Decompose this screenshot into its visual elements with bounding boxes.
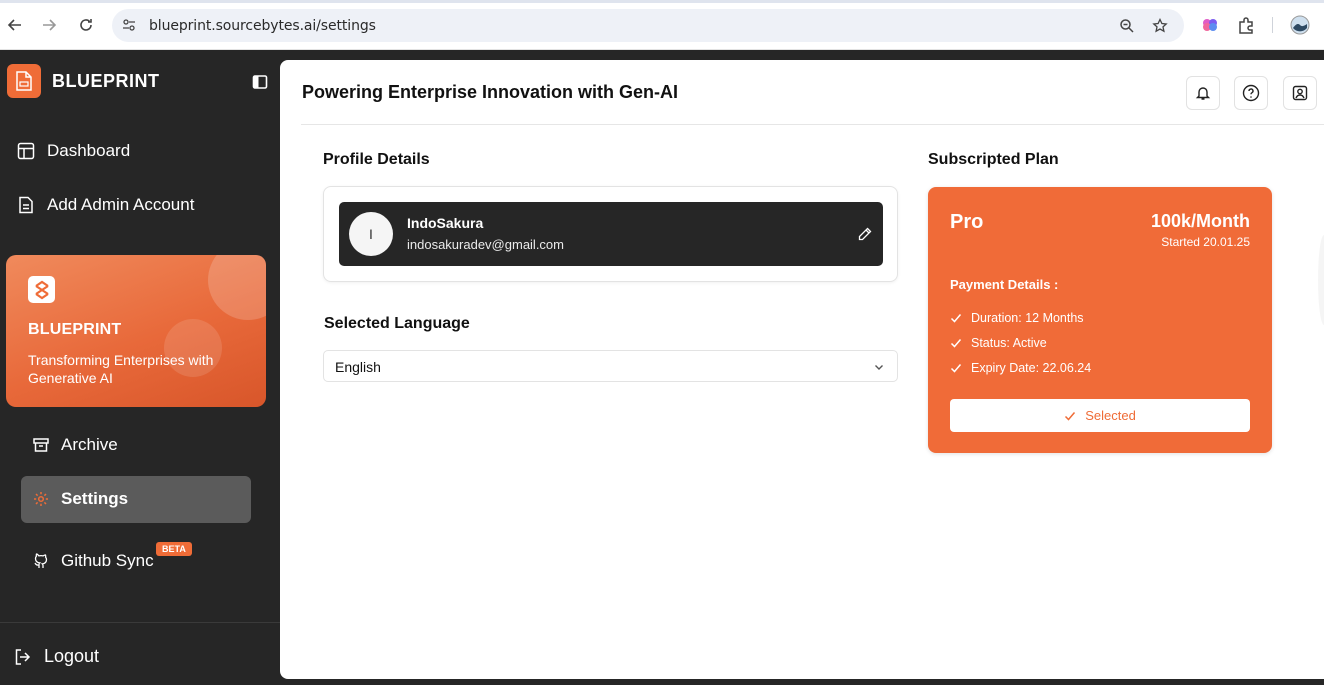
check-icon xyxy=(950,314,962,323)
plan-name: Pro xyxy=(950,211,984,233)
zoom-icon[interactable] xyxy=(1117,16,1137,36)
promo-text: Transforming Enterprises with Generative… xyxy=(28,352,214,386)
help-button[interactable] xyxy=(1234,76,1268,110)
github-icon xyxy=(34,553,48,568)
site-info-icon[interactable] xyxy=(121,17,137,33)
reload-icon[interactable] xyxy=(75,14,97,36)
check-icon xyxy=(1065,411,1076,421)
plan-card: Pro 100k/Month Started 20.01.25 Payment … xyxy=(928,187,1272,453)
app-logo[interactable] xyxy=(7,64,41,98)
promo-card: BLUEPRINT Transforming Enterprises with … xyxy=(6,255,266,407)
sidebar-item-label: Settings xyxy=(61,489,129,508)
language-section-title: Selected Language xyxy=(324,315,470,332)
brand-title: BLUEPRINT xyxy=(52,71,160,91)
sidebar-divider xyxy=(0,622,280,623)
profile-button[interactable] xyxy=(1283,76,1317,110)
plan-detail-text: Expiry Date: 22.06.24 xyxy=(971,361,1092,375)
avatar: I xyxy=(349,212,393,256)
chevron-down-icon xyxy=(875,365,883,370)
promo-logo-icon xyxy=(28,276,55,303)
plan-section-title: Subscripted Plan xyxy=(928,151,1059,168)
sidebar-item-label: Archive xyxy=(61,435,118,454)
check-icon xyxy=(950,364,962,373)
sidebar-item-label: Dashboard xyxy=(47,141,131,160)
sidebar-item-github-sync[interactable]: Github Sync xyxy=(33,551,154,571)
sidebar-collapse-icon[interactable] xyxy=(252,74,268,90)
edge-shadow xyxy=(1318,235,1324,325)
sidebar: BLUEPRINT Dashboard Add Admin Account BL… xyxy=(0,50,280,685)
selected-button-label: Selected xyxy=(1085,408,1136,423)
main-panel: Powering Enterprise Innovation with Gen-… xyxy=(280,60,1324,679)
plan-started-date: Started 20.01.25 xyxy=(1161,235,1250,249)
profile-name: IndoSakura xyxy=(407,215,484,231)
logout-label: Logout xyxy=(44,646,100,666)
address-bar[interactable]: blueprint.sourcebytes.ai/settings xyxy=(112,9,1184,42)
plan-detail-text: Status: Active xyxy=(971,336,1047,350)
help-icon xyxy=(1242,84,1260,102)
promo-title: BLUEPRINT xyxy=(28,321,122,338)
plan-price: 100k/Month xyxy=(1150,211,1250,231)
profile-card: I IndoSakura indosakuradev@gmail.com xyxy=(323,186,898,282)
toolbar-divider xyxy=(1272,17,1273,33)
sidebar-item-add-admin[interactable]: Add Admin Account xyxy=(17,195,194,215)
archive-icon xyxy=(33,438,49,452)
bell-icon xyxy=(1195,87,1211,100)
back-icon[interactable] xyxy=(4,14,26,36)
decorative-circle xyxy=(208,255,266,320)
plan-detail-expiry: Expiry Date: 22.06.24 xyxy=(950,361,1091,375)
profile-section-title: Profile Details xyxy=(323,151,430,168)
beta-badge: BETA xyxy=(156,542,192,556)
language-select[interactable]: English xyxy=(323,350,898,382)
document-icon xyxy=(19,196,33,214)
bookmark-star-icon[interactable] xyxy=(1150,16,1170,36)
header-divider xyxy=(301,124,1324,125)
payment-details-title: Payment Details : xyxy=(950,277,1059,292)
extension-brain-icon[interactable] xyxy=(1199,14,1221,36)
browser-toolbar: blueprint.sourcebytes.ai/settings xyxy=(0,0,1324,50)
dashboard-icon xyxy=(17,142,35,160)
profile-row: I IndoSakura indosakuradev@gmail.com xyxy=(339,202,883,266)
plan-detail-status: Status: Active xyxy=(950,336,1047,350)
profile-avatar-icon[interactable] xyxy=(1289,14,1311,36)
language-value: English xyxy=(335,359,381,375)
plan-detail-text: Duration: 12 Months xyxy=(971,311,1084,325)
logout-icon xyxy=(15,648,31,665)
sidebar-item-dashboard[interactable]: Dashboard xyxy=(17,141,130,161)
page-title: Powering Enterprise Innovation with Gen-… xyxy=(302,82,679,102)
gear-icon xyxy=(34,492,48,506)
notifications-button[interactable] xyxy=(1186,76,1220,110)
edit-pencil-icon[interactable] xyxy=(857,226,873,242)
sidebar-item-settings[interactable]: Settings xyxy=(21,476,251,523)
check-icon xyxy=(950,339,962,348)
plan-detail-duration: Duration: 12 Months xyxy=(950,311,1084,325)
sidebar-item-label: Add Admin Account xyxy=(47,195,195,214)
sidebar-item-label: Github Sync xyxy=(61,551,154,570)
url-text[interactable]: blueprint.sourcebytes.ai/settings xyxy=(149,18,376,34)
extensions-puzzle-icon[interactable] xyxy=(1235,14,1257,36)
logout-button[interactable]: Logout xyxy=(14,646,99,667)
forward-icon[interactable] xyxy=(38,14,60,36)
user-icon xyxy=(1292,85,1308,101)
selected-plan-button[interactable]: Selected xyxy=(950,399,1250,432)
profile-email: indosakuradev@gmail.com xyxy=(407,237,564,252)
sidebar-item-archive[interactable]: Archive xyxy=(33,435,118,455)
